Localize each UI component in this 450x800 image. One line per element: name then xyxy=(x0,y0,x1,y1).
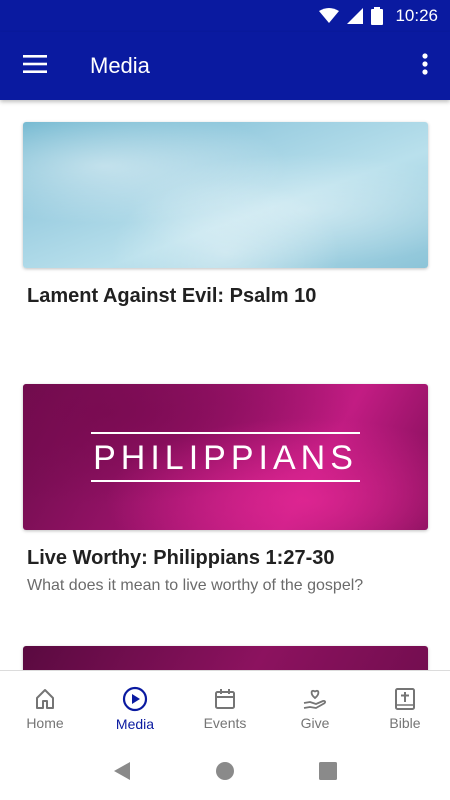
back-triangle-icon xyxy=(113,761,131,786)
hamburger-icon xyxy=(23,54,47,78)
system-navigation-bar xyxy=(0,746,450,800)
media-card[interactable]: PHILIPPIANS Live Worthy: Philippians 1:2… xyxy=(23,384,428,596)
media-card-title: Live Worthy: Philippians 1:27-30 xyxy=(27,547,335,569)
status-bar: 10:26 xyxy=(0,0,450,32)
media-card[interactable]: Lament Against Evil: Psalm 10 xyxy=(23,122,428,308)
home-icon xyxy=(33,687,57,711)
home-circle-icon xyxy=(215,761,235,786)
series-image-text: PHILIPPIANS xyxy=(91,432,360,482)
media-card-image[interactable]: PHILIPPIANS xyxy=(23,384,428,530)
nav-label: Media xyxy=(115,716,155,732)
philippians-series-image: PHILIPPIANS xyxy=(23,384,428,530)
page-title: Media xyxy=(90,53,150,78)
media-list[interactable]: Lament Against Evil: Psalm 10 PHILIPPIAN… xyxy=(0,100,450,670)
nav-item-home[interactable]: Home xyxy=(0,671,90,747)
nav-item-media[interactable]: Media xyxy=(90,671,180,747)
recents-square-icon xyxy=(319,761,338,785)
nav-label: Give xyxy=(300,715,330,731)
media-card-title: Lament Against Evil: Psalm 10 xyxy=(27,285,317,307)
battery-icon xyxy=(371,7,384,25)
more-vert-icon xyxy=(422,52,428,80)
status-time: 10:26 xyxy=(395,6,438,25)
wifi-icon xyxy=(319,8,340,24)
media-card-subtitle: What does it mean to live worthy of the … xyxy=(27,577,364,594)
app-bar: Media xyxy=(0,32,450,100)
system-recents-button[interactable] xyxy=(308,753,348,793)
media-card-image[interactable] xyxy=(23,646,428,670)
nav-item-events[interactable]: Events xyxy=(180,671,270,747)
nav-item-bible[interactable]: Bible xyxy=(360,671,450,747)
give-hand-heart-icon xyxy=(302,687,328,711)
menu-button[interactable] xyxy=(0,32,70,100)
nav-item-give[interactable]: Give xyxy=(270,671,360,747)
bible-icon xyxy=(394,687,416,711)
cell-signal-icon xyxy=(347,8,364,24)
bottom-navigation: Home Media Events Give Bible xyxy=(0,670,450,747)
media-card-image[interactable] xyxy=(23,122,428,268)
play-circle-icon xyxy=(122,686,148,712)
system-back-button[interactable] xyxy=(102,753,142,793)
media-card-partial[interactable] xyxy=(23,646,428,670)
more-options-button[interactable] xyxy=(400,32,450,100)
system-home-button[interactable] xyxy=(205,753,245,793)
nav-label: Home xyxy=(26,715,64,731)
water-texture-image xyxy=(23,122,428,268)
nav-label: Events xyxy=(203,715,247,731)
nav-label: Bible xyxy=(389,715,421,731)
series-image xyxy=(23,646,428,670)
calendar-icon xyxy=(213,687,237,711)
